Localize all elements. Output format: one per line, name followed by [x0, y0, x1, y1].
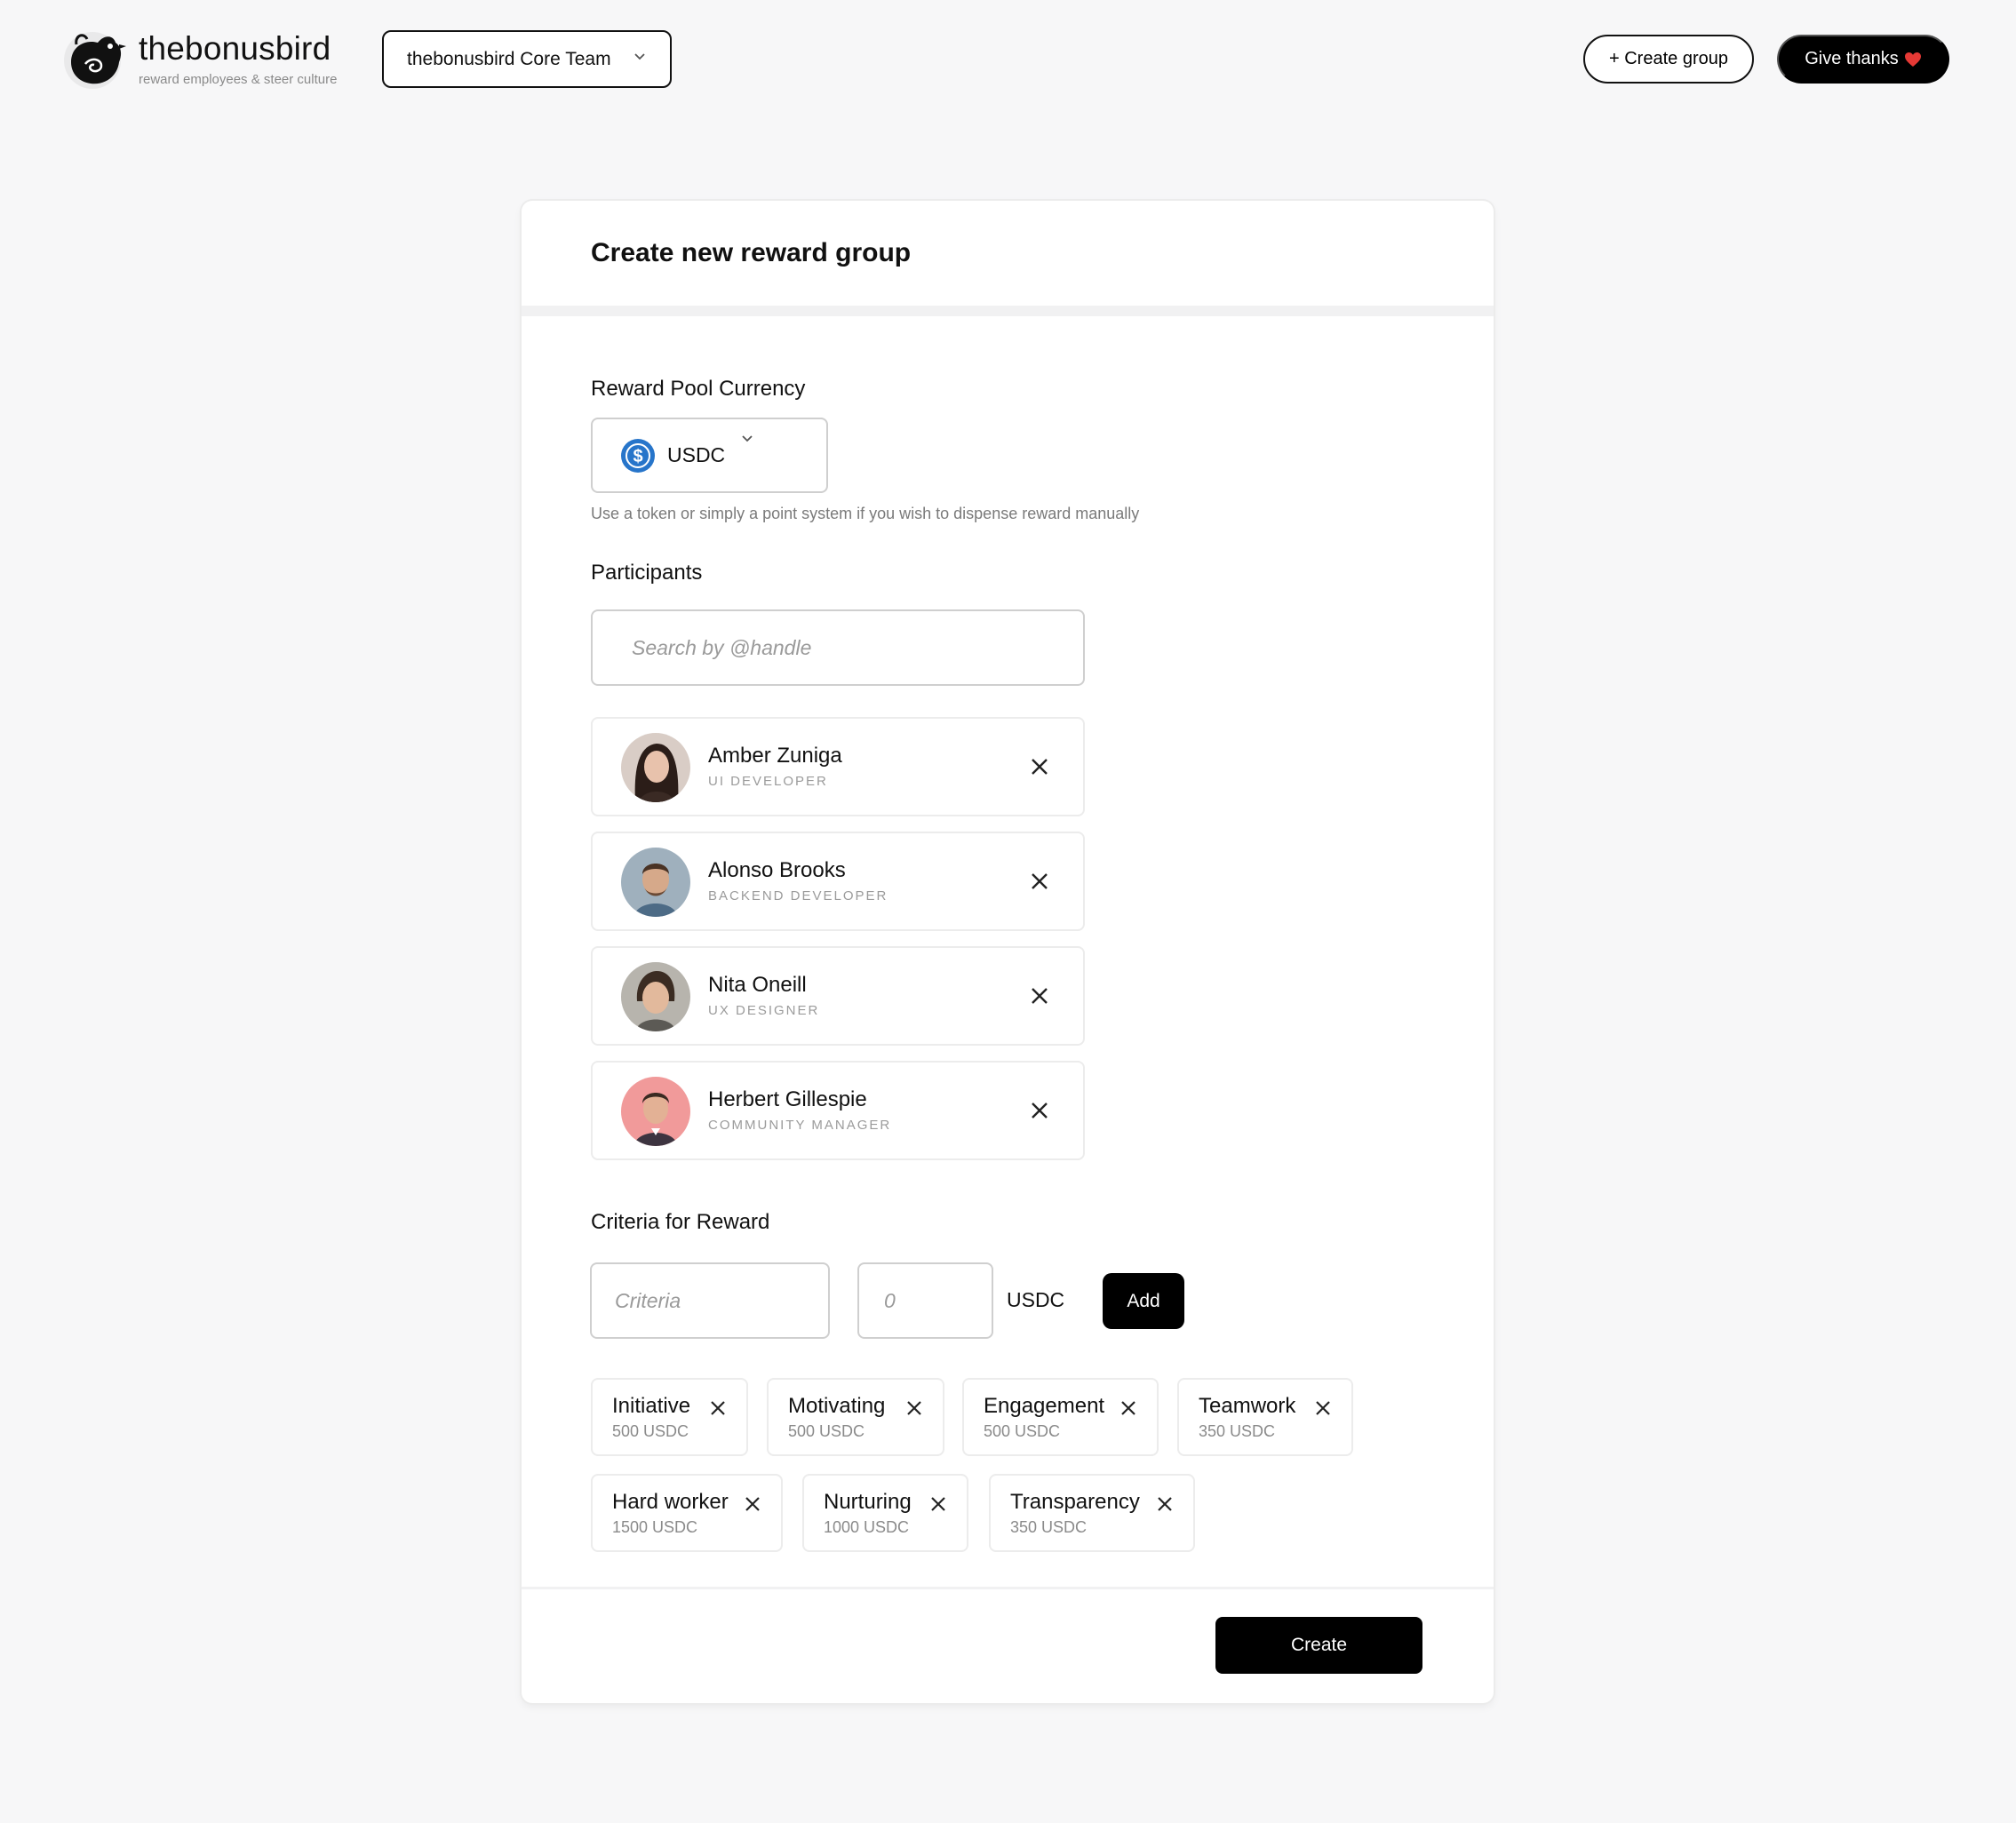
criteria-amount: 500 USDC [612, 1422, 689, 1440]
card-header: Create new reward group [522, 201, 1494, 316]
criteria-chip: Transparency 350 USDC [989, 1474, 1195, 1552]
participant-name: Nita Oneill [708, 973, 807, 997]
team-select[interactable]: thebonusbird Core Team [382, 30, 672, 88]
participant-role: BACKEND DEVELOPER [708, 888, 888, 904]
participant-role: UX DESIGNER [708, 1003, 820, 1018]
create-reward-group-card: Create new reward group Reward Pool Curr… [522, 201, 1494, 1703]
remove-criteria-close-icon[interactable] [744, 1495, 761, 1513]
criteria-name: Transparency [1010, 1490, 1140, 1514]
add-criteria-button[interactable]: Add [1103, 1273, 1184, 1329]
currency-hint: Use a token or simply a point system if … [591, 505, 1140, 522]
criteria-chip: Hard worker 1500 USDC [591, 1474, 783, 1552]
participant-card: Nita Oneill UX DESIGNER [591, 946, 1085, 1046]
criteria-chip: Teamwork 350 USDC [1177, 1378, 1353, 1456]
bird-logo-icon [64, 32, 126, 89]
participant-name: Amber Zuniga [708, 744, 842, 768]
criteria-amount: 1500 USDC [612, 1518, 698, 1536]
chevron-down-icon [742, 435, 753, 442]
brand-tagline: reward employees & steer culture [139, 72, 338, 87]
create-button[interactable]: Create [1215, 1617, 1422, 1674]
remove-criteria-close-icon[interactable] [1156, 1495, 1174, 1513]
create-group-label: + Create group [1609, 49, 1728, 68]
brand-name: thebonusbird [139, 30, 331, 67]
card-footer: Create [522, 1587, 1494, 1703]
remove-criteria-close-icon[interactable] [709, 1399, 727, 1417]
avatar [621, 962, 690, 1031]
remove-participant-close-icon[interactable] [1030, 986, 1049, 1006]
remove-criteria-close-icon[interactable] [1314, 1399, 1332, 1417]
participant-search-input[interactable] [591, 609, 1085, 686]
usdc-coin-icon: $ [621, 438, 655, 473]
criteria-chip: Nurturing 1000 USDC [802, 1474, 968, 1552]
create-button-label: Create [1290, 1635, 1348, 1655]
criteria-amount: 500 USDC [984, 1422, 1061, 1440]
participant-card: Herbert Gillespie COMMUNITY MANAGER [591, 1061, 1085, 1160]
criteria-input[interactable] [590, 1262, 830, 1339]
remove-participant-close-icon[interactable] [1030, 757, 1049, 776]
remove-criteria-close-icon[interactable] [1120, 1399, 1137, 1417]
team-select-label: thebonusbird Core Team [407, 48, 611, 69]
page-title: Create new reward group [591, 238, 912, 267]
criteria-amount: 350 USDC [1199, 1422, 1276, 1440]
participant-card: Alonso Brooks BACKEND DEVELOPER [591, 832, 1085, 931]
participant-role: UI DEVELOPER [708, 774, 828, 789]
amount-unit: USDC [1007, 1288, 1065, 1311]
participant-name: Herbert Gillespie [708, 1087, 867, 1111]
avatar [621, 848, 690, 917]
criteria-name: Engagement [984, 1394, 1105, 1418]
criteria-chip: Motivating 500 USDC [767, 1378, 944, 1456]
remove-participant-close-icon[interactable] [1030, 1101, 1049, 1120]
participant-role: COMMUNITY MANAGER [708, 1118, 892, 1133]
chevron-down-icon [634, 53, 645, 60]
currency-value: USDC [667, 443, 726, 466]
create-group-button[interactable]: + Create group [1583, 35, 1754, 84]
currency-select[interactable]: $ USDC [591, 418, 828, 493]
participant-card: Amber Zuniga UI DEVELOPER [591, 717, 1085, 816]
remove-criteria-close-icon[interactable] [929, 1495, 947, 1513]
criteria-amount: 500 USDC [788, 1422, 865, 1440]
criteria-chip: Initiative 500 USDC [591, 1378, 748, 1456]
criteria-name: Hard worker [612, 1490, 729, 1514]
participants-section-label: Participants [591, 561, 703, 585]
brand-logo[interactable]: thebonusbird reward employees & steer cu… [59, 27, 337, 91]
remove-criteria-close-icon[interactable] [905, 1399, 923, 1417]
currency-section-label: Reward Pool Currency [591, 377, 806, 401]
heart-icon [1904, 52, 1921, 67]
criteria-chip: Engagement 500 USDC [962, 1378, 1159, 1456]
criteria-amount: 1000 USDC [824, 1518, 910, 1536]
give-thanks-label: Give thanks [1805, 49, 1899, 68]
remove-participant-close-icon[interactable] [1030, 872, 1049, 891]
avatar [621, 733, 690, 802]
participant-name: Alonso Brooks [708, 858, 846, 882]
amount-input[interactable] [857, 1262, 993, 1339]
criteria-section-label: Criteria for Reward [591, 1210, 770, 1234]
give-thanks-button[interactable]: Give thanks [1777, 35, 1949, 84]
avatar [621, 1077, 690, 1146]
svg-text:$: $ [633, 447, 642, 466]
criteria-name: Teamwork [1199, 1394, 1296, 1418]
add-criteria-label: Add [1127, 1290, 1160, 1311]
criteria-amount: 350 USDC [1010, 1518, 1088, 1536]
criteria-name: Motivating [788, 1394, 886, 1418]
